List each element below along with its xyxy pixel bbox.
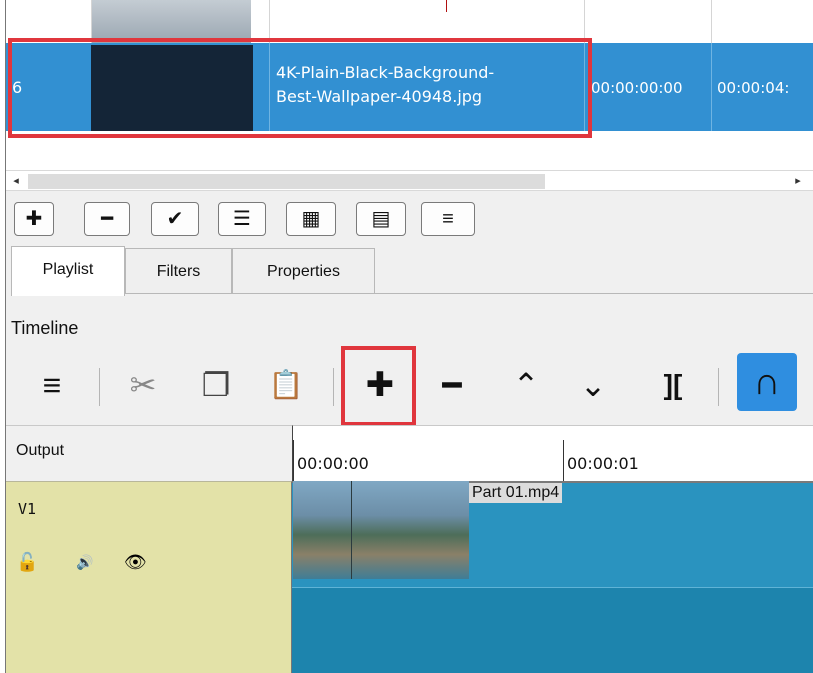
timeline-title: Timeline bbox=[11, 318, 79, 338]
checkmark-icon: ✔ bbox=[166, 208, 184, 230]
copy-icon: ❐ bbox=[201, 367, 231, 403]
menu-icon: ≡ bbox=[442, 208, 454, 230]
clip-thumbnail bbox=[293, 481, 469, 579]
table-icon: ▤ bbox=[371, 208, 391, 230]
playlist-table: 6 4K-Plain-Black-Background- Best-Wallpa… bbox=[6, 0, 813, 170]
timeline-menu-button[interactable]: ≡ bbox=[34, 358, 70, 412]
cut-button[interactable]: ✂ bbox=[118, 358, 168, 412]
tiles-view-button[interactable]: ▦ bbox=[286, 202, 336, 236]
chevron-down-icon: ⌄ bbox=[579, 367, 607, 403]
clip-label: Part 01.mp4 bbox=[469, 483, 563, 503]
speaker-icon[interactable]: 🔊 bbox=[76, 554, 93, 571]
row-duration: 00:00:04: bbox=[717, 79, 790, 97]
toolbar-separator bbox=[99, 368, 100, 406]
details-view-button[interactable]: ☰ bbox=[218, 202, 266, 236]
copy-button[interactable]: ❐ bbox=[196, 358, 236, 412]
output-label: Output bbox=[16, 442, 65, 459]
highlight-box bbox=[8, 38, 592, 138]
tab-label: Properties bbox=[267, 263, 340, 280]
track-name: V1 bbox=[18, 500, 37, 518]
list-icon: ☰ bbox=[233, 208, 251, 230]
scrollbar-thumb[interactable] bbox=[28, 174, 545, 189]
tab-label: Filters bbox=[156, 263, 201, 280]
highlight-box bbox=[341, 346, 416, 426]
lift-button[interactable]: ⌃ bbox=[506, 358, 546, 412]
row-thumbnail bbox=[91, 0, 251, 43]
ruler-time-label: 00:00:00 bbox=[297, 454, 369, 473]
magnet-icon: ∩ bbox=[753, 361, 781, 403]
tab-label: Playlist bbox=[42, 261, 94, 278]
ruler-time-label: 00:00:01 bbox=[567, 454, 639, 473]
minus-icon: ━ bbox=[442, 367, 462, 403]
output-header: Output bbox=[6, 425, 292, 481]
tab-playlist[interactable]: Playlist bbox=[11, 246, 125, 296]
overwrite-button[interactable]: ⌄ bbox=[573, 358, 613, 412]
timeline-ruler[interactable]: 00:00:00 00:00:01 bbox=[292, 425, 813, 482]
scroll-right-arrow-icon[interactable]: ▸ bbox=[790, 173, 806, 189]
playlist-menu-button[interactable]: ≡ bbox=[421, 202, 475, 236]
clipboard-icon: 📋 bbox=[268, 369, 304, 400]
horizontal-scrollbar[interactable]: ◂ ▸ bbox=[6, 170, 813, 191]
minus-icon: ━ bbox=[100, 208, 114, 230]
playlist-remove-button[interactable]: ━ bbox=[84, 202, 130, 236]
app-window: 6 4K-Plain-Black-Background- Best-Wallpa… bbox=[5, 0, 813, 673]
lock-icon[interactable]: 🔓 bbox=[16, 552, 38, 573]
tab-filters[interactable]: Filters bbox=[125, 248, 232, 294]
playlist-add-button[interactable]: ✚ bbox=[14, 202, 54, 236]
ruler-tick bbox=[293, 440, 294, 482]
plus-icon: ✚ bbox=[25, 208, 43, 230]
remove-button[interactable]: ━ bbox=[429, 358, 475, 412]
split-button[interactable]: ][ bbox=[648, 358, 698, 412]
tab-bar-divider bbox=[375, 293, 813, 294]
ruler-tick bbox=[563, 440, 564, 482]
tab-properties[interactable]: Properties bbox=[232, 248, 375, 294]
column-divider bbox=[711, 43, 712, 131]
snap-toggle-button[interactable]: ∩ bbox=[737, 353, 797, 411]
scroll-left-arrow-icon[interactable]: ◂ bbox=[8, 173, 24, 189]
menu-icon: ≡ bbox=[42, 367, 62, 403]
split-icon: ][ bbox=[663, 369, 683, 400]
icons-view-button[interactable]: ▤ bbox=[356, 202, 406, 236]
chevron-up-icon: ⌃ bbox=[512, 367, 540, 403]
playlist-update-button[interactable]: ✔ bbox=[151, 202, 199, 236]
track-header-v1[interactable]: V1 🔓 🔊 👁 bbox=[6, 481, 292, 673]
toolbar-separator bbox=[718, 368, 719, 406]
toolbar-separator bbox=[333, 368, 334, 406]
thumbnail-frame-divider bbox=[351, 481, 352, 579]
clip-waveform-divider bbox=[292, 587, 813, 588]
row-in-point: 00:00:00:00 bbox=[591, 79, 683, 97]
paste-button[interactable]: 📋 bbox=[264, 358, 308, 412]
eye-icon[interactable]: 👁 bbox=[124, 552, 147, 573]
playhead-marker bbox=[446, 0, 447, 12]
scissors-icon: ✂ bbox=[129, 367, 157, 403]
grid-icon: ▦ bbox=[301, 208, 321, 230]
